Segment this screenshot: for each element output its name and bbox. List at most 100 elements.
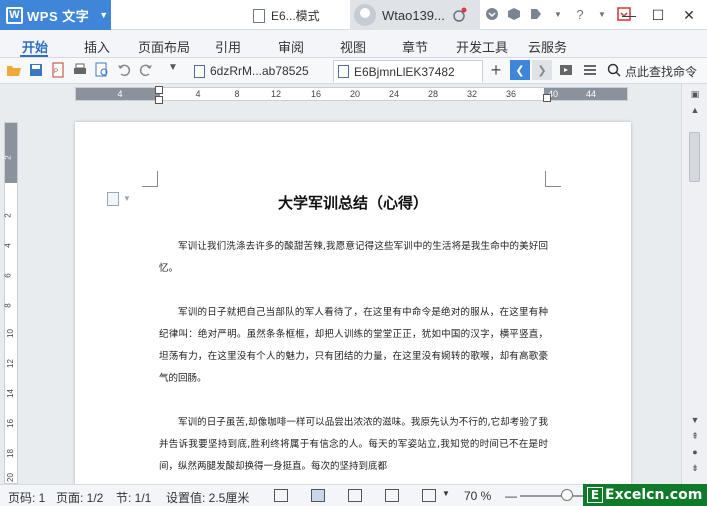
vertical-scrollbar[interactable]: ▣ ▲ ▼ ⇞ ● ⇟: [681, 84, 707, 484]
right-indent-marker[interactable]: [543, 94, 551, 102]
help-icon[interactable]: ?: [572, 6, 588, 22]
ribbon-menu: 开始 插入 页面布局 引用 审阅 视图 章节 开发工具 云服务: [0, 30, 707, 58]
select-browse-icon[interactable]: ●: [688, 446, 702, 458]
menu-start[interactable]: 开始: [22, 37, 48, 56]
vruler-number: 14: [5, 389, 15, 398]
status-pages[interactable]: 页面: 1/2: [56, 489, 103, 506]
menu-chapter[interactable]: 章节: [402, 37, 428, 56]
minimize-button[interactable]: —: [614, 0, 644, 30]
document-icon: [194, 64, 205, 78]
wps-app-menu-button[interactable]: W WPS 文字 ▼: [0, 0, 111, 30]
maximize-button[interactable]: ☐: [643, 0, 673, 30]
open-folder-icon[interactable]: [6, 62, 22, 78]
document-page[interactable]: ▼ 大学军训总结（心得） 军训让我们洗涤去许多的酸甜苦辣,我愿意记得这些军训中的…: [75, 122, 631, 484]
vruler-number: 20: [5, 473, 15, 482]
next-page-icon[interactable]: ⇟: [688, 462, 702, 474]
page-view-icon[interactable]: [311, 489, 325, 502]
ruler-number: 8: [234, 89, 240, 99]
save-icon[interactable]: [28, 62, 44, 78]
window-doc-title-label: E6...模式: [271, 9, 320, 23]
next-tab-button[interactable]: ❯: [532, 60, 552, 80]
document-icon: [338, 65, 349, 78]
watermark-logo-icon: E: [587, 487, 603, 503]
title-bar: W WPS 文字 ▼ E6...模式 Wtao139... ▼ ? ▼ — ☐ …: [0, 0, 707, 30]
skin-icon[interactable]: [484, 6, 500, 22]
zoom-level[interactable]: 70 %: [464, 489, 491, 503]
caret-down-icon[interactable]: ▼: [550, 6, 566, 22]
vruler-number: 8: [3, 303, 13, 308]
wps-logo-icon: W: [6, 6, 23, 24]
status-page-code[interactable]: 页码: 1: [8, 489, 45, 506]
print-icon[interactable]: [72, 62, 88, 78]
doc-tab-2[interactable]: E6BjmnLlEK37482: [333, 60, 483, 82]
caret-down-icon: ▼: [99, 10, 109, 20]
ruler-number: 16: [310, 89, 322, 99]
doc-tab-1[interactable]: 6dzRrM...ab78525: [190, 60, 330, 82]
user-account[interactable]: Wtao139...: [350, 0, 480, 30]
ruler-number: 24: [388, 89, 400, 99]
command-search-label[interactable]: 点此查找命令: [625, 63, 697, 80]
caret-down-icon[interactable]: ▼: [442, 489, 450, 498]
zoom-slider-knob[interactable]: [561, 489, 573, 501]
web-view-icon[interactable]: [385, 489, 399, 502]
status-section[interactable]: 节: 1/1: [116, 489, 151, 506]
status-setting[interactable]: 设置值: 2.5厘米: [166, 489, 249, 506]
menu-insert[interactable]: 插入: [84, 37, 110, 56]
menu-reference[interactable]: 引用: [215, 37, 241, 56]
doc-tab-1-label: 6dzRrM...ab78525: [210, 64, 309, 78]
scroll-up-icon[interactable]: ▲: [688, 104, 702, 116]
document-map-icon[interactable]: ▣: [688, 88, 702, 100]
first-line-indent-marker[interactable]: [155, 86, 163, 94]
outline-view-icon[interactable]: [348, 489, 362, 502]
protect-view-icon[interactable]: [422, 489, 436, 502]
vruler-number: 2: [3, 155, 13, 160]
menu-view[interactable]: 视图: [340, 37, 366, 56]
vruler-number: 4: [3, 243, 13, 248]
vip-badge-icon: [453, 7, 467, 22]
paragraph-3: 军训的日子虽苦,却像咖啡一样可以品尝出浓浓的滋味。我原先认为不行的,它却考验了我…: [159, 417, 548, 472]
caret-down-icon[interactable]: ▼: [594, 6, 610, 22]
cube-icon[interactable]: [506, 6, 522, 22]
ruler-number: 20: [349, 89, 361, 99]
menu-review[interactable]: 审阅: [278, 37, 304, 56]
menu-list-icon[interactable]: [582, 62, 598, 78]
top-margin-shade: [5, 123, 17, 183]
app-name: WPS 文字: [27, 8, 90, 24]
quick-toolbar: P ▼ 6dzRrM...ab78525 E6BjmnLlEK37482 + ❮…: [0, 58, 707, 84]
prev-page-icon[interactable]: ⇞: [688, 430, 702, 442]
menu-developer[interactable]: 开发工具: [456, 37, 508, 56]
paragraph-1: 军训让我们洗涤去许多的酸甜苦辣,我愿意记得这些军训中的生活将是我生命中的美好回忆…: [159, 241, 548, 274]
tab-list-icon[interactable]: [558, 62, 574, 78]
undo-icon[interactable]: [116, 62, 132, 78]
export-pdf-icon[interactable]: P: [50, 62, 66, 78]
search-icon[interactable]: [606, 62, 622, 78]
scroll-down-icon[interactable]: ▼: [688, 414, 702, 426]
ruler-number: 32: [466, 89, 478, 99]
site-watermark: E Excelcn.com: [583, 484, 707, 506]
share-icon[interactable]: [528, 6, 544, 22]
window-doc-title[interactable]: E6...模式: [253, 7, 320, 24]
paragraph-2: 军训的日子就把自己当部队的军人看待了，在这里有中命令是绝对的服从，在这里有种纪律…: [159, 307, 548, 384]
vertical-ruler[interactable]: 2 2 4 6 8 10 12 14 16 18 20: [4, 122, 18, 484]
add-tab-button[interactable]: +: [486, 60, 506, 80]
close-button[interactable]: ✕: [674, 0, 704, 30]
more-caret-icon[interactable]: ▼: [168, 62, 184, 78]
left-indent-marker[interactable]: [155, 96, 163, 104]
watermark-text: Excelcn.com: [605, 487, 703, 503]
vruler-number: 12: [5, 359, 15, 368]
print-preview-icon[interactable]: [94, 62, 110, 78]
ruler-number: 28: [427, 89, 439, 99]
prev-tab-button[interactable]: ❮: [510, 60, 530, 80]
ruler-number: 44: [585, 89, 597, 99]
scroll-thumb[interactable]: [689, 132, 700, 182]
vruler-number: 6: [3, 273, 13, 278]
margin-corner-top-left: [142, 171, 158, 187]
fullscreen-view-icon[interactable]: [274, 489, 288, 502]
menu-page-layout[interactable]: 页面布局: [138, 37, 190, 56]
redo-icon[interactable]: [138, 62, 154, 78]
document-canvas: ▼ 大学军训总结（心得） 军训让我们洗涤去许多的酸甜苦辣,我愿意记得这些军训中的…: [22, 104, 681, 484]
ruler-number: 4: [195, 89, 201, 99]
menu-cloud[interactable]: 云服务: [528, 37, 567, 56]
zoom-out-icon[interactable]: —: [505, 489, 517, 503]
doc-tab-2-label: E6BjmnLlEK37482: [354, 64, 455, 79]
